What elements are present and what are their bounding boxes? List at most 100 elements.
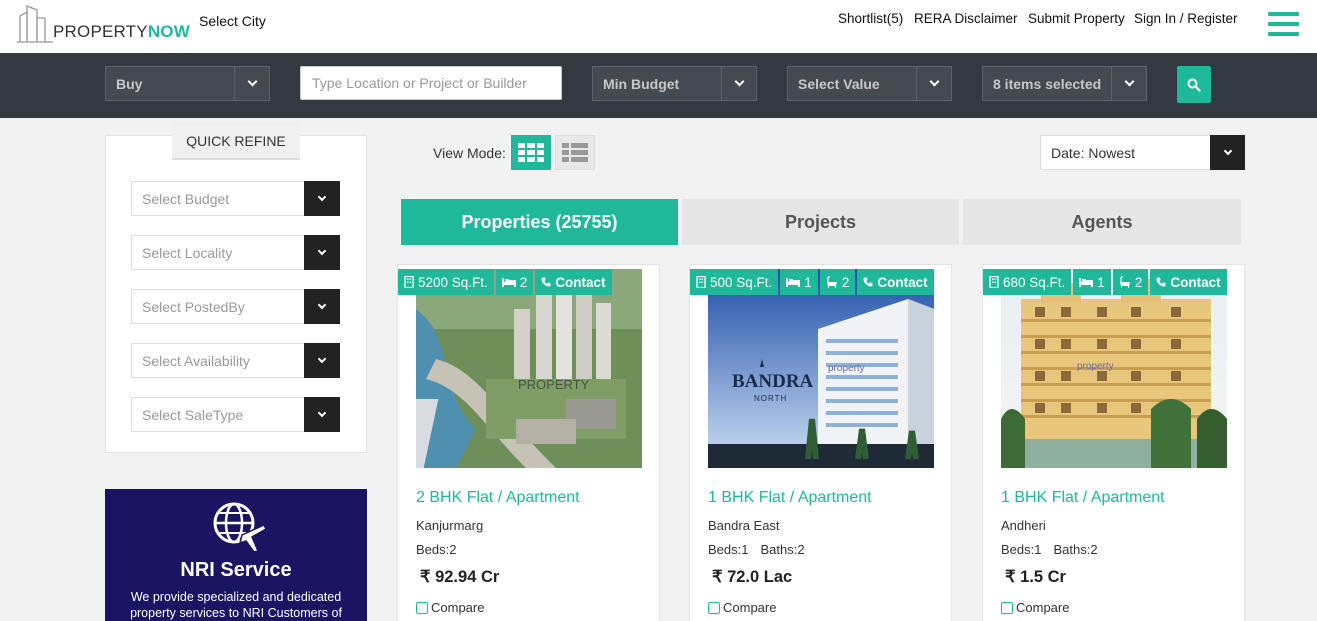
- contact-button[interactable]: Contact: [535, 269, 612, 295]
- min-budget-dropdown[interactable]: Min Budget: [592, 66, 757, 101]
- select-postedby-dropdown[interactable]: Select PostedBy: [131, 289, 340, 324]
- property-type-value: 8 items selected: [993, 76, 1102, 92]
- bed-icon: [786, 278, 801, 287]
- bathtub-icon: [826, 276, 837, 288]
- baths-count: 2: [841, 274, 850, 290]
- area-badge: 5200 Sq.Ft.: [398, 269, 494, 295]
- chevron-down-icon: [304, 397, 340, 432]
- property-photo: property: [1001, 269, 1227, 468]
- location-search-input[interactable]: [300, 66, 562, 100]
- beds-count: 1: [1097, 274, 1105, 290]
- contact-label: Contact: [1170, 274, 1221, 290]
- beds-badge: 1: [780, 269, 818, 295]
- property-title[interactable]: 1 BHK Flat / Apartment: [1001, 489, 1165, 507]
- grid-view-button[interactable]: [511, 135, 551, 170]
- min-budget-value: Min Budget: [603, 76, 680, 92]
- sort-dropdown[interactable]: Date: Nowest: [1040, 135, 1245, 170]
- chevron-down-icon: [1210, 135, 1245, 170]
- compare-label: Compare: [1016, 600, 1070, 615]
- sort-value: Date: Nowest: [1051, 145, 1136, 161]
- rera-disclaimer-link[interactable]: RERA Disclaimer: [914, 11, 1018, 26]
- compare-checkbox[interactable]: Compare: [416, 600, 484, 615]
- select-budget-label: Select Budget: [142, 191, 230, 207]
- bandra-brand-text: BANDRA: [732, 371, 814, 392]
- property-card[interactable]: property 680 Sq.Ft. 1 2 Contact 1 BHK Fl…: [982, 264, 1245, 621]
- globe-airplane-icon: [213, 502, 267, 553]
- property-card[interactable]: BANDRA NORTH property 500 Sq.Ft. 1 2 Con…: [689, 264, 952, 621]
- watermark-text: PROPERTY: [518, 377, 590, 392]
- select-city-link[interactable]: Select City: [199, 13, 266, 29]
- building-icon: [404, 276, 414, 288]
- area-badge: 680 Sq.Ft.: [983, 269, 1072, 295]
- nri-service-banner[interactable]: NRI Service We provide specialized and d…: [105, 489, 367, 621]
- property-price: ₹ 72.0 Lac: [712, 568, 793, 586]
- search-icon: [1187, 78, 1201, 92]
- select-budget-dropdown[interactable]: Select Budget: [131, 181, 340, 216]
- property-title[interactable]: 1 BHK Flat / Apartment: [708, 489, 872, 507]
- tab-agents[interactable]: Agents: [963, 199, 1241, 245]
- contact-label: Contact: [555, 274, 606, 290]
- top-header: PROPERTYNOW Select City Shortlist(5) RER…: [0, 0, 1317, 53]
- bed-icon: [1079, 278, 1094, 287]
- baths-badge: 2: [1112, 269, 1149, 295]
- watermark-text: property: [1077, 361, 1114, 372]
- site-logo[interactable]: PROPERTYNOW: [17, 4, 190, 44]
- submit-property-link[interactable]: Submit Property: [1028, 11, 1125, 26]
- beds-badge: 1: [1073, 269, 1111, 295]
- buy-rent-value: Buy: [116, 76, 143, 92]
- contact-label: Contact: [877, 274, 928, 290]
- buy-rent-dropdown[interactable]: Buy: [105, 66, 270, 101]
- nri-service-description: We provide specialized and dedicated pro…: [130, 590, 342, 620]
- property-photo: PROPERTY: [416, 269, 642, 468]
- property-card[interactable]: PROPERTY 5200 Sq.Ft. 2 Contact 2 BHK Fla…: [397, 264, 660, 621]
- chevron-down-icon: [1111, 67, 1146, 100]
- tab-projects[interactable]: Projects: [682, 199, 959, 245]
- list-view-button[interactable]: [555, 135, 595, 170]
- area-value: 680 Sq.Ft.: [1003, 274, 1066, 290]
- grid-icon: [518, 142, 544, 162]
- phone-icon: [541, 277, 551, 287]
- watermark-text: property: [828, 363, 865, 374]
- select-locality-dropdown[interactable]: Select Locality: [131, 235, 340, 270]
- shortlist-link[interactable]: Shortlist(5): [838, 11, 903, 26]
- card-badges: 500 Sq.Ft. 1 2 Contact: [690, 269, 934, 295]
- checkbox-icon: [1001, 601, 1013, 614]
- select-availability-dropdown[interactable]: Select Availability: [131, 343, 340, 378]
- bed-icon: [501, 278, 516, 287]
- select-locality-label: Select Locality: [142, 245, 233, 261]
- property-title[interactable]: 2 BHK Flat / Apartment: [416, 489, 580, 507]
- bathtub-icon: [1119, 276, 1130, 288]
- tab-properties[interactable]: Properties (25755): [401, 199, 678, 245]
- max-budget-dropdown[interactable]: Select Value: [787, 66, 952, 101]
- compare-checkbox[interactable]: Compare: [1001, 600, 1069, 615]
- contact-button[interactable]: Contact: [857, 269, 934, 295]
- area-value: 500 Sq.Ft.: [710, 274, 773, 290]
- search-button[interactable]: [1177, 66, 1211, 103]
- search-bar: Buy Min Budget Select Value 8 items sele…: [0, 53, 1317, 118]
- area-value: 5200 Sq.Ft.: [418, 274, 488, 290]
- contact-button[interactable]: Contact: [1150, 269, 1227, 295]
- compare-checkbox[interactable]: Compare: [708, 600, 776, 615]
- chevron-down-icon: [916, 67, 951, 100]
- beds-spec: Beds:1: [1001, 542, 1042, 557]
- beds-spec: Beds:1: [708, 542, 749, 557]
- select-saletype-dropdown[interactable]: Select SaleType: [131, 397, 340, 432]
- hamburger-menu-icon[interactable]: [1268, 12, 1299, 38]
- property-image[interactable]: BANDRA NORTH property: [708, 269, 934, 468]
- chevron-down-icon: [234, 67, 269, 100]
- beds-count: 1: [804, 274, 812, 290]
- phone-icon: [1156, 277, 1166, 287]
- property-image[interactable]: PROPERTY: [416, 269, 642, 468]
- property-image[interactable]: property: [1001, 269, 1227, 468]
- chevron-down-icon: [304, 343, 340, 378]
- property-price: ₹ 1.5 Cr: [1005, 568, 1066, 586]
- sign-in-register-link[interactable]: Sign In / Register: [1134, 11, 1238, 26]
- nri-service-title: NRI Service: [180, 559, 292, 581]
- logo-text: PROPERTYNOW: [53, 22, 190, 41]
- select-postedby-label: Select PostedBy: [142, 299, 245, 315]
- card-badges: 680 Sq.Ft. 1 2 Contact: [983, 269, 1227, 295]
- property-type-multiselect[interactable]: 8 items selected: [982, 66, 1147, 101]
- max-budget-value: Select Value: [798, 76, 880, 92]
- area-badge: 500 Sq.Ft.: [690, 269, 779, 295]
- chevron-down-icon: [304, 289, 340, 324]
